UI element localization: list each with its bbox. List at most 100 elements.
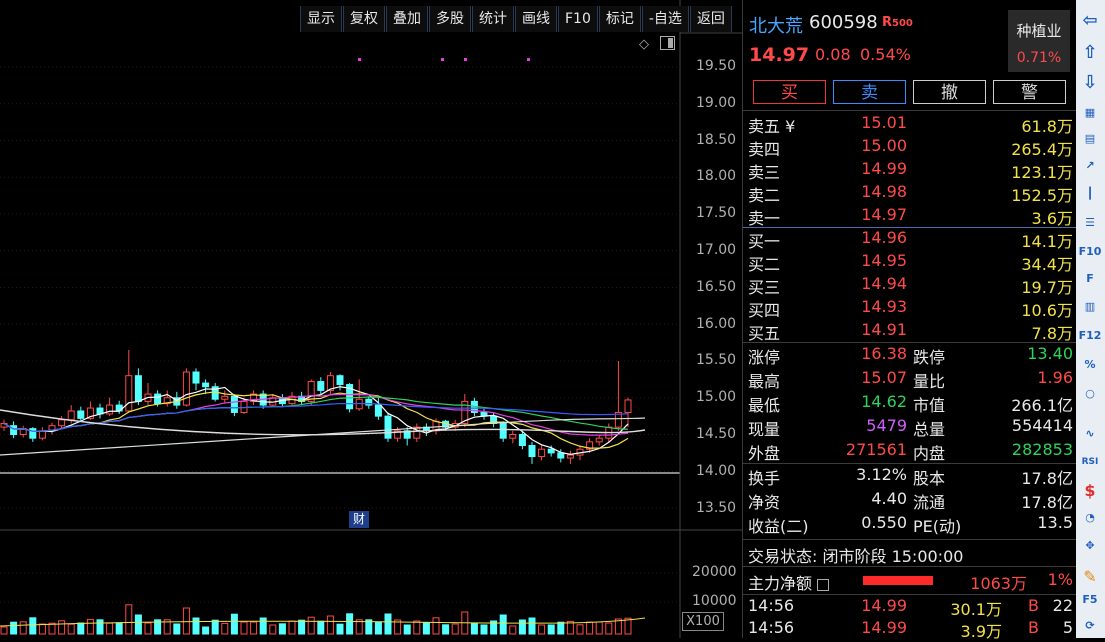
sector-box[interactable]: 种植业 0.71% — [1008, 10, 1070, 72]
book-icon[interactable]: ▥ — [1080, 296, 1100, 316]
arrow-left-icon[interactable]: ⇦ — [1080, 10, 1100, 31]
volume-bar — [67, 623, 75, 635]
ask-row[interactable]: 卖五 ¥ 15.01 61.8万 — [743, 113, 1077, 136]
toolbar-item-2[interactable]: 叠加 — [386, 6, 428, 32]
toolbar-item-9[interactable]: 返回 — [689, 6, 732, 32]
wave-icon[interactable]: ∿ — [1080, 423, 1100, 443]
stat-label: 现量 — [748, 420, 781, 439]
buy-button[interactable]: 买 — [753, 80, 826, 104]
stock-name[interactable]: 北大荒 — [749, 12, 803, 38]
volume-unit: X100 — [682, 612, 724, 631]
line-chart-icon[interactable]: ↗ — [1080, 155, 1100, 175]
f10-icon[interactable]: F10 — [1079, 241, 1102, 261]
diamond-icon[interactable]: ◇ — [639, 37, 649, 52]
bid-row[interactable]: 买三 14.94 19.7万 — [743, 274, 1077, 297]
tick-count: 5 — [1062, 618, 1073, 637]
volume-bar — [221, 622, 229, 635]
kline-chart-svg[interactable] — [0, 0, 742, 638]
toolbar-item-6[interactable]: F10 — [558, 6, 598, 32]
volume-tick-10000: 10000 — [692, 593, 737, 609]
candle-body — [10, 425, 18, 435]
trade-status: 交易状态: 闭市阶段 15:00:00 — [748, 547, 964, 566]
volume-bar — [211, 619, 219, 635]
volume-bar — [470, 622, 478, 635]
bid-volume: 14.1万 — [1021, 232, 1073, 251]
stats-row: 最高 15.07 量比 1.96 — [743, 368, 1077, 391]
toolbar-item-0[interactable]: 显示 — [300, 6, 342, 32]
volume-bar — [432, 617, 440, 635]
finance-badge[interactable]: 财 — [349, 511, 369, 528]
last-price: 14.97 — [749, 44, 810, 66]
main-flow-label: 主力净额 — [748, 570, 830, 594]
pie-icon[interactable]: ◔ — [1080, 507, 1100, 527]
volume-bar — [586, 621, 594, 635]
stat-label: PE(动) — [913, 517, 962, 536]
sector-name: 种植业 — [1016, 22, 1062, 40]
ask-volume: 152.5万 — [1011, 186, 1073, 205]
stat-value: 4.40 — [871, 489, 907, 508]
toolbar-item-1[interactable]: 复权 — [343, 6, 385, 32]
f12-icon[interactable]: F12 — [1079, 325, 1102, 345]
candle-body — [125, 375, 133, 412]
ask-label: 卖二 — [748, 186, 781, 205]
ask-row[interactable]: 卖四 15.00 265.4万 — [743, 136, 1077, 159]
tick-volume: 30.1万 — [950, 600, 1002, 619]
circle-icon[interactable]: ○ — [1080, 383, 1100, 403]
toolbar-item-7[interactable]: 标记 — [598, 6, 641, 32]
toolbar-item-4[interactable]: 统计 — [472, 6, 514, 32]
arrow-up-icon[interactable]: ⇧ — [1080, 42, 1100, 63]
rsi-icon[interactable]: RSI — [1080, 452, 1100, 472]
bid-label: 买四 — [748, 301, 781, 320]
candle-icon[interactable]: ┃ — [1080, 183, 1100, 203]
stat-value: 15.07 — [861, 368, 907, 387]
stat-label: 内盘 — [913, 444, 946, 463]
bid-row[interactable]: 买二 14.95 34.4万 — [743, 251, 1077, 274]
candle-body — [336, 375, 344, 386]
ask-row[interactable]: 卖一 14.97 3.6万 — [743, 205, 1077, 228]
grid-icon[interactable]: ▦ — [1080, 102, 1100, 122]
table-icon[interactable]: ▤ — [1080, 128, 1100, 148]
volume-tick-20000: 20000 — [692, 564, 737, 580]
refresh-icon[interactable]: ⟳ — [1080, 615, 1100, 635]
sell-button[interactable]: 卖 — [833, 80, 906, 104]
volume-bar — [77, 622, 85, 635]
dollar-icon[interactable]: $ — [1080, 480, 1100, 500]
ask-row[interactable]: 卖三 14.99 123.1万 — [743, 159, 1077, 182]
event-marker — [358, 58, 361, 61]
toolbar-item-5[interactable]: 画线 — [515, 6, 557, 32]
volume-bar — [269, 624, 277, 635]
ask-volume: 3.6万 — [1031, 209, 1073, 228]
chart-toolbar: 显示 复权 叠加 多股 统计 画线 F10 标记 -自选 返回 — [300, 6, 733, 32]
bid-row[interactable]: 买五 14.91 7.8万 — [743, 320, 1077, 343]
f-icon[interactable]: F — [1080, 268, 1100, 288]
toolbar-item-3[interactable]: 多股 — [429, 6, 471, 32]
percent-icon[interactable]: % — [1080, 354, 1100, 374]
bid-row[interactable]: 买四 14.93 10.6万 — [743, 297, 1077, 320]
kline-chart-area[interactable]: ◇ 显示 复权 叠加 多股 统计 画线 F10 标记 -自选 返回 19.50 19.00 18.50… — [0, 0, 742, 638]
candle-body — [29, 428, 37, 439]
tick-count: 22 — [1052, 596, 1073, 615]
ask-label: 卖三 — [748, 163, 781, 182]
arrow-down-icon[interactable]: ⇩ — [1080, 72, 1100, 93]
candle-body — [38, 430, 46, 439]
stat-label: 量比 — [913, 372, 946, 391]
divider — [743, 566, 1077, 567]
volume-bar — [509, 625, 517, 635]
alert-button[interactable]: 警 — [993, 80, 1066, 104]
tick-price: 14.99 — [861, 618, 907, 637]
volume-bar — [29, 617, 37, 635]
move-icon[interactable]: ✥ — [1080, 535, 1100, 555]
stat-value: 0.550 — [861, 513, 907, 532]
bid-row[interactable]: 买一 14.96 14.1万 — [743, 228, 1077, 251]
price-tick: 18.00 — [696, 168, 737, 185]
panel-toggle-icon[interactable] — [660, 36, 675, 50]
price-tick: 17.00 — [696, 242, 737, 258]
stat-label: 流通 — [913, 493, 946, 512]
pencil-icon[interactable]: ✎ — [1080, 566, 1100, 586]
f5-icon[interactable]: F5 — [1080, 589, 1100, 609]
ask-row[interactable]: 卖二 14.98 152.5万 — [743, 182, 1077, 205]
toolbar-item-8[interactable]: -自选 — [641, 6, 689, 32]
cancel-order-button[interactable]: 撤 — [913, 80, 986, 104]
list-icon[interactable]: ☰ — [1080, 212, 1100, 232]
volume-bar — [38, 623, 46, 635]
